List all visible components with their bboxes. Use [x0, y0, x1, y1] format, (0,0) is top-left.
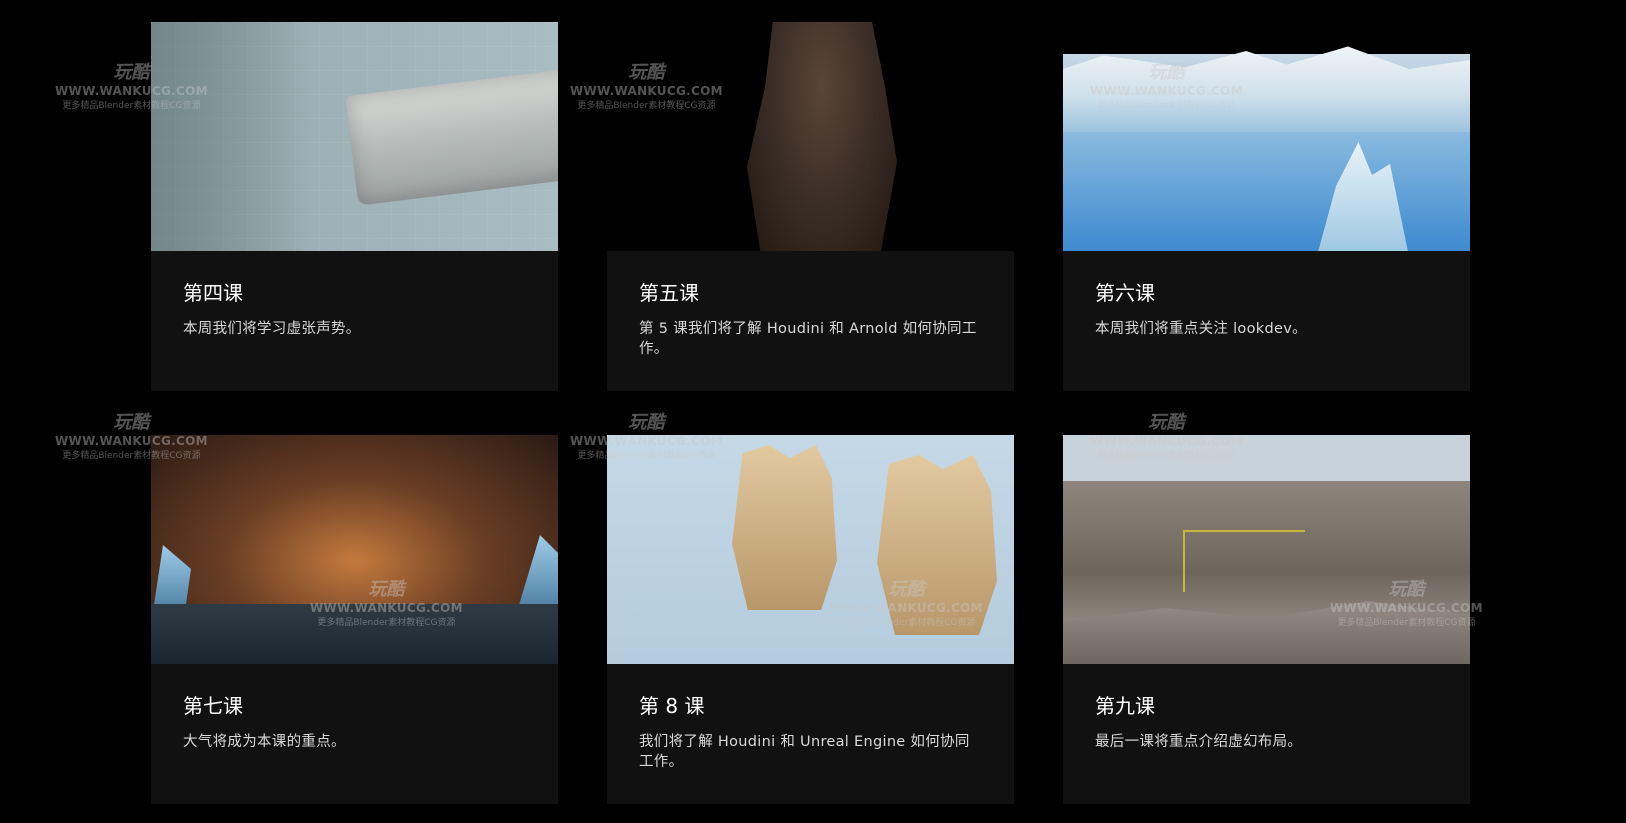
lesson-card-body: 第 8 课 我们将了解 Houdini 和 Unreal Engine 如何协同… [607, 664, 1014, 804]
lesson-title: 第五课 [639, 281, 699, 305]
lesson-description: 我们将了解 Houdini 和 Unreal Engine 如何协同工作。 [639, 734, 970, 770]
lesson-card-9[interactable]: 第九课 最后一课将重点介绍虚幻布局。 [1063, 435, 1470, 804]
lesson-title: 第七课 [183, 694, 243, 718]
lesson-grid: 第四课 本周我们将学习虚张声势。 第五课 第 5 课我们将了解 Houdini … [0, 0, 1626, 823]
lesson-description: 最后一课将重点介绍虚幻布局。 [1095, 734, 1303, 750]
lesson-card-4[interactable]: 第四课 本周我们将学习虚张声势。 [151, 22, 558, 391]
watermark-logo: 玩酷 [628, 412, 665, 433]
lesson-card-8[interactable]: 第 8 课 我们将了解 Houdini 和 Unreal Engine 如何协同… [607, 435, 1014, 804]
lesson-card-body: 第七课 大气将成为本课的重点。 [151, 664, 558, 804]
lesson-title: 第六课 [1095, 281, 1155, 305]
lesson-description: 本周我们将重点关注 lookdev。 [1095, 321, 1307, 337]
lesson-title: 第四课 [183, 281, 243, 305]
lesson-card-7[interactable]: 第七课 大气将成为本课的重点。 [151, 435, 558, 804]
lesson-title: 第 8 课 [639, 694, 705, 718]
lesson-card-body: 第五课 第 5 课我们将了解 Houdini 和 Arnold 如何协同工作。 [607, 251, 1014, 391]
lesson-card-5[interactable]: 第五课 第 5 课我们将了解 Houdini 和 Arnold 如何协同工作。 [607, 22, 1014, 391]
lesson-description: 大气将成为本课的重点。 [183, 734, 346, 750]
lesson-description: 本周我们将学习虚张声势。 [183, 321, 361, 337]
lesson-card-body: 第六课 本周我们将重点关注 lookdev。 [1063, 251, 1470, 391]
watermark-logo: 玩酷 [113, 412, 150, 433]
lesson-card-6[interactable]: 第六课 本周我们将重点关注 lookdev。 [1063, 22, 1470, 391]
lesson-card-body: 第九课 最后一课将重点介绍虚幻布局。 [1063, 664, 1470, 804]
lesson-description: 第 5 课我们将了解 Houdini 和 Arnold 如何协同工作。 [639, 321, 977, 357]
lesson-thumbnail[interactable] [1063, 22, 1470, 251]
lesson-thumbnail[interactable] [1063, 435, 1470, 664]
lesson-thumbnail[interactable] [607, 22, 1014, 251]
watermark-logo: 玩酷 [1148, 412, 1185, 433]
lesson-thumbnail[interactable] [151, 22, 558, 251]
lesson-thumbnail[interactable] [607, 435, 1014, 664]
lesson-title: 第九课 [1095, 694, 1155, 718]
lesson-thumbnail[interactable] [151, 435, 558, 664]
lesson-card-body: 第四课 本周我们将学习虚张声势。 [151, 251, 558, 391]
